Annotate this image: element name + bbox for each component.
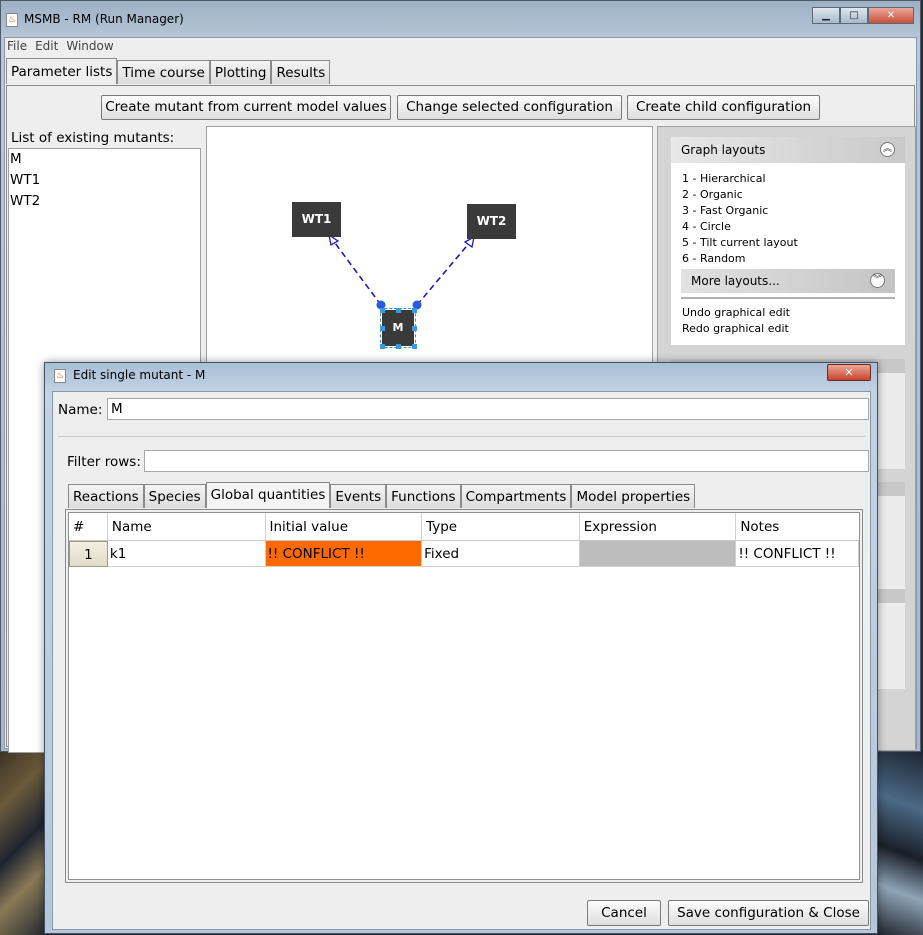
- selection-handle[interactable]: [412, 308, 417, 313]
- save-configuration-close-button[interactable]: Save configuration & Close: [668, 900, 869, 926]
- menu-edit[interactable]: Edit: [35, 38, 58, 56]
- mutant-tab-bar: Reactions Species Global quantities Even…: [68, 482, 696, 508]
- tab-reactions[interactable]: Reactions: [68, 484, 144, 508]
- java-app-icon: ♨: [54, 369, 66, 383]
- list-item[interactable]: WT1: [9, 170, 200, 191]
- change-configuration-button[interactable]: Change selected configuration: [397, 95, 622, 120]
- graph-layouts-pane: Graph layouts ︽ 1 - Hierarchical 2 - Org…: [671, 137, 905, 345]
- column-header-type[interactable]: Type: [422, 513, 580, 541]
- column-header-notes[interactable]: Notes: [736, 513, 859, 541]
- graph-node-m[interactable]: M: [380, 308, 416, 348]
- initial-value-conflict-cell[interactable]: !! CONFLICT !!: [265, 541, 423, 567]
- tab-events[interactable]: Events: [330, 484, 387, 508]
- more-layouts-label: More layouts...: [691, 274, 780, 288]
- tab-global-quantities[interactable]: Global quantities: [205, 482, 331, 508]
- expression-cell[interactable]: [579, 541, 737, 567]
- column-header-number[interactable]: #: [69, 513, 108, 541]
- selection-handle[interactable]: [396, 308, 401, 313]
- cancel-button[interactable]: Cancel: [587, 900, 661, 926]
- dialog-close-button[interactable]: ✕: [827, 364, 871, 381]
- redo-graphical-edit[interactable]: Redo graphical edit: [671, 321, 905, 337]
- layout-fast-organic[interactable]: 3 - Fast Organic: [671, 203, 905, 219]
- layout-random[interactable]: 6 - Random: [671, 251, 905, 267]
- tab-model-properties[interactable]: Model properties: [571, 484, 696, 508]
- notes-cell[interactable]: !! CONFLICT !!: [736, 541, 859, 567]
- list-item[interactable]: WT2: [9, 191, 200, 212]
- list-item[interactable]: M: [9, 149, 200, 170]
- create-mutant-button[interactable]: Create mutant from current model values: [101, 95, 391, 120]
- tab-species[interactable]: Species: [143, 484, 206, 508]
- selection-handle[interactable]: [396, 344, 401, 349]
- name-field[interactable]: M: [107, 398, 869, 420]
- table-row[interactable]: 1 k1 !! CONFLICT !! Fixed !! CONFLICT !!: [69, 541, 859, 567]
- row-number-cell[interactable]: 1: [69, 541, 108, 567]
- column-header-name[interactable]: Name: [108, 513, 266, 541]
- graph-node-wt1[interactable]: WT1: [292, 202, 341, 237]
- expand-icon[interactable]: ︾: [870, 273, 885, 288]
- selection-handle[interactable]: [380, 308, 385, 313]
- edge-m-wt1[interactable]: [331, 238, 382, 306]
- desktop-background-right: [878, 750, 923, 935]
- maximize-button[interactable]: □: [840, 7, 868, 24]
- graph-node-wt2[interactable]: WT2: [467, 204, 516, 239]
- close-button[interactable]: ✕: [868, 7, 914, 24]
- global-quantities-table[interactable]: # Name Initial value Type Expression Not…: [68, 512, 860, 880]
- menu-window[interactable]: Window: [66, 38, 113, 56]
- graph-layouts-header[interactable]: Graph layouts ︽: [671, 137, 905, 163]
- mutants-list-label: List of existing mutants:: [11, 130, 175, 146]
- divider: [58, 436, 865, 437]
- main-titlebar[interactable]: ♨ MSMB - RM (Run Manager) ▁ □ ✕: [1, 1, 920, 37]
- desktop-background-left: [0, 750, 48, 935]
- global-quantities-panel: # Name Initial value Type Expression Not…: [65, 509, 863, 883]
- layout-tilt[interactable]: 5 - Tilt current layout: [671, 235, 905, 251]
- collapse-icon[interactable]: ︽: [880, 142, 895, 157]
- tab-plotting[interactable]: Plotting: [209, 60, 272, 84]
- selection-handle[interactable]: [412, 344, 417, 349]
- filter-rows-input[interactable]: [144, 450, 869, 472]
- create-child-configuration-button[interactable]: Create child configuration: [627, 95, 820, 120]
- type-cell[interactable]: Fixed: [422, 541, 580, 567]
- name-label: Name:: [58, 402, 103, 418]
- selection-handle[interactable]: [380, 326, 385, 331]
- tab-parameter-lists[interactable]: Parameter lists: [6, 58, 118, 84]
- java-app-icon: ♨: [6, 13, 18, 27]
- tab-time-course[interactable]: Time course: [117, 60, 210, 84]
- selection-handle[interactable]: [380, 344, 385, 349]
- menu-file[interactable]: File: [7, 38, 27, 56]
- minimize-button[interactable]: ▁: [812, 7, 840, 24]
- graph-layouts-title: Graph layouts: [681, 143, 766, 157]
- undo-graphical-edit[interactable]: Undo graphical edit: [671, 305, 905, 321]
- dialog-title: Edit single mutant - M: [73, 368, 206, 382]
- window-title: MSMB - RM (Run Manager): [24, 12, 184, 26]
- tab-compartments[interactable]: Compartments: [460, 484, 572, 508]
- selection-handle[interactable]: [412, 326, 417, 331]
- more-layouts-header[interactable]: More layouts... ︾: [681, 269, 895, 293]
- dialog-client-area: Name: M Filter rows: Reactions Species G…: [52, 391, 871, 930]
- graph-edges: [328, 233, 475, 310]
- divider: [681, 297, 895, 299]
- tab-functions[interactable]: Functions: [386, 484, 461, 508]
- menu-bar: File Edit Window: [5, 38, 916, 56]
- table-header: # Name Initial value Type Expression Not…: [69, 513, 859, 541]
- filter-rows-label: Filter rows:: [67, 454, 141, 470]
- layout-hierarchical[interactable]: 1 - Hierarchical: [671, 171, 905, 187]
- edit-mutant-dialog: ♨ Edit single mutant - M ✕ Name: M Filte…: [44, 362, 878, 934]
- column-header-expression[interactable]: Expression: [580, 513, 737, 541]
- name-cell[interactable]: k1: [107, 541, 266, 567]
- layout-circle[interactable]: 4 - Circle: [671, 219, 905, 235]
- main-tab-bar: Parameter lists Time course Plotting Res…: [6, 58, 331, 84]
- tab-results[interactable]: Results: [271, 60, 331, 84]
- column-header-initial-value[interactable]: Initial value: [266, 513, 423, 541]
- edge-m-wt2[interactable]: [416, 240, 472, 306]
- window-controls: ▁ □ ✕: [812, 7, 914, 24]
- layout-organic[interactable]: 2 - Organic: [671, 187, 905, 203]
